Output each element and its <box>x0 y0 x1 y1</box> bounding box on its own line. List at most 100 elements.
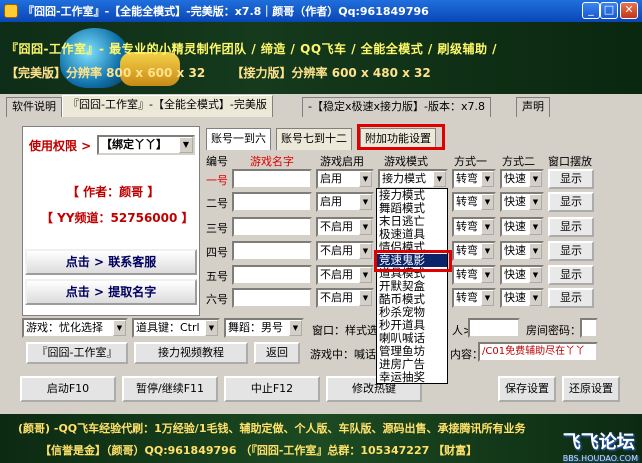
game-name-input[interactable] <box>232 288 312 308</box>
enable-value: 不启用 <box>320 291 353 304</box>
tab-accounts-1-6[interactable]: 账号一到六 <box>206 128 271 150</box>
way2-select[interactable]: 快速 ▼ <box>500 217 544 237</box>
chevron-down-icon: ▼ <box>529 290 542 306</box>
enable-select[interactable]: 启用 ▼ <box>316 169 374 189</box>
way2-select[interactable]: 快速 ▼ <box>500 241 544 261</box>
dropdown-item[interactable]: 接力模式 <box>377 189 447 202</box>
way1-select[interactable]: 转弯 ▼ <box>452 169 496 189</box>
mode-select[interactable]: 接力模式 ▼ <box>378 169 448 189</box>
pause-resume-button[interactable]: 暂停/继续F11 <box>122 376 218 402</box>
dropdown-item[interactable]: 开默契盒 <box>377 280 447 293</box>
game-name-input[interactable] <box>232 241 312 261</box>
start-button[interactable]: 启动F10 <box>20 376 116 402</box>
way1-select[interactable]: 转弯 ▼ <box>452 265 496 285</box>
show-window-button[interactable]: 显示 <box>548 288 594 308</box>
dance-select[interactable]: 舞蹈：男号 ▼ <box>224 318 304 338</box>
show-window-button[interactable]: 显示 <box>548 192 594 212</box>
chevron-down-icon: ▼ <box>359 194 372 210</box>
yy-channel-text: 【 YY频道：52756000 】 <box>41 211 194 225</box>
content-input[interactable]: /C01免费辅助尽在丫丫 <box>478 342 598 362</box>
footer-banner: (颜哥) -QQ飞车经验代刷：1万经验/1毛钱、辅助定做、个人版、车队版、源码出… <box>0 414 642 463</box>
maximize-button[interactable]: □ <box>600 2 618 19</box>
stop-button[interactable]: 中止F12 <box>224 376 320 402</box>
header-enable: 游戏启用 <box>320 155 364 168</box>
way2-select[interactable]: 快速 ▼ <box>500 169 544 189</box>
tab-accounts-7-12[interactable]: 账号七到十二 <box>276 128 352 150</box>
contact-support-button[interactable]: 点击 > 联系客服 <box>25 249 197 275</box>
way2-value: 快速 <box>504 172 526 185</box>
dropdown-item[interactable]: 秒杀宠物 <box>377 306 447 319</box>
enable-select[interactable]: 不启用 ▼ <box>316 265 374 285</box>
footer-contact-text: 【信誉是金】（颜哥）QQ:961849796 （『囧囧-工作室』总群：10534… <box>40 444 478 457</box>
back-button[interactable]: 返回 <box>254 342 300 364</box>
dropdown-item[interactable]: 幸运抽奖 <box>377 371 447 384</box>
tab-full-mode[interactable]: 『囧囧-工作室』-【全能全模式】-完美版 <box>62 95 273 117</box>
dropdown-item[interactable]: 极速道具 <box>377 228 447 241</box>
way1-value: 转弯 <box>456 172 478 185</box>
dropdown-item[interactable]: 进房广告 <box>377 358 447 371</box>
dropdown-item[interactable]: 秒开道具 <box>377 319 447 332</box>
studio-button[interactable]: 『囧囧-工作室』 <box>26 342 128 364</box>
way2-select[interactable]: 快速 ▼ <box>500 288 544 308</box>
show-window-button[interactable]: 显示 <box>548 265 594 285</box>
chevron-down-icon: ▼ <box>359 267 372 283</box>
show-window-button[interactable]: 显示 <box>548 169 594 189</box>
enable-select[interactable]: 启用 ▼ <box>316 192 374 212</box>
window-title: 『囧囧-工作室』-【全能全模式】-完美版：x7.8｜颜哥（作者）Qq:96184… <box>23 5 429 18</box>
header-way1: 方式一 <box>454 155 487 168</box>
game-name-input[interactable] <box>232 217 312 237</box>
header-window: 窗口摆放 <box>548 155 592 168</box>
extract-name-button[interactable]: 点击 > 提取名字 <box>25 279 197 305</box>
way1-select[interactable]: 转弯 ▼ <box>452 192 496 212</box>
room-password-input[interactable] <box>580 318 598 338</box>
tab-relay-version[interactable]: -【稳定x极速x接力版】-版本：x7.8 <box>302 97 491 117</box>
game-optimize-select[interactable]: 游戏：忧化选择 ▼ <box>22 318 128 338</box>
way1-value: 转弯 <box>456 291 478 304</box>
way2-select[interactable]: 快速 ▼ <box>500 192 544 212</box>
title-bar: 『囧囧-工作室』-【全能全模式】-完美版：x7.8｜颜哥（作者）Qq:96184… <box>0 0 642 22</box>
way1-select[interactable]: 转弯 ▼ <box>452 217 496 237</box>
window-style-label: 窗口：样式选 <box>312 324 378 337</box>
way2-value: 快速 <box>504 268 526 281</box>
enable-value: 不启用 <box>320 268 353 281</box>
header-mode: 游戏模式 <box>384 155 428 168</box>
show-window-button[interactable]: 显示 <box>548 241 594 261</box>
dropdown-item[interactable]: 末日逃亡 <box>377 215 447 228</box>
enable-value: 启用 <box>320 195 342 208</box>
show-window-button[interactable]: 显示 <box>548 217 594 237</box>
enable-select[interactable]: 不启用 ▼ <box>316 288 374 308</box>
save-settings-button[interactable]: 保存设置 <box>498 376 556 402</box>
chevron-down-icon: ▼ <box>481 194 494 210</box>
permission-select[interactable]: 【绑定丫丫】 ▼ <box>97 135 195 155</box>
person-input[interactable] <box>468 318 520 338</box>
game-name-input[interactable] <box>232 265 312 285</box>
header-game-name: 游戏名字 <box>250 155 294 168</box>
dropdown-item[interactable]: 酷币模式 <box>377 293 447 306</box>
game-name-input[interactable] <box>232 169 312 189</box>
tab-statement[interactable]: 声明 <box>516 97 550 117</box>
chevron-down-icon: ▼ <box>359 243 372 259</box>
chevron-down-icon: ▼ <box>179 137 193 153</box>
dropdown-item[interactable]: 喇叭喊话 <box>377 332 447 345</box>
mode-dropdown-list[interactable]: 接力模式 舞蹈模式 末日逃亡 极速道具 情侣模式 竞速鬼影 道具模式 开默契盒 … <box>376 188 448 384</box>
enable-select[interactable]: 不启用 ▼ <box>316 241 374 261</box>
relay-video-tutorial-button[interactable]: 接力视频教程 <box>134 342 248 364</box>
dropdown-item[interactable]: 管理鱼坊 <box>377 345 447 358</box>
dropdown-item[interactable]: 舞蹈模式 <box>377 202 447 215</box>
enable-select[interactable]: 不启用 ▼ <box>316 217 374 237</box>
prop-key-select[interactable]: 道具键：Ctrl ▼ <box>132 318 220 338</box>
restore-settings-button[interactable]: 还原设置 <box>562 376 620 402</box>
close-button[interactable]: ✕ <box>620 2 638 19</box>
way1-select[interactable]: 转弯 ▼ <box>452 241 496 261</box>
permission-label: 使用权限 > <box>29 139 92 153</box>
enable-value: 不启用 <box>320 244 353 257</box>
game-name-input[interactable] <box>232 192 312 212</box>
way1-select[interactable]: 转弯 ▼ <box>452 288 496 308</box>
way2-value: 快速 <box>504 220 526 233</box>
minimize-button[interactable]: _ <box>582 2 600 19</box>
way2-select[interactable]: 快速 ▼ <box>500 265 544 285</box>
header-way2: 方式二 <box>502 155 535 168</box>
room-password-label: 房间密码： <box>526 324 581 337</box>
tab-software-info[interactable]: 软件说明 <box>6 97 62 117</box>
way1-value: 转弯 <box>456 244 478 257</box>
